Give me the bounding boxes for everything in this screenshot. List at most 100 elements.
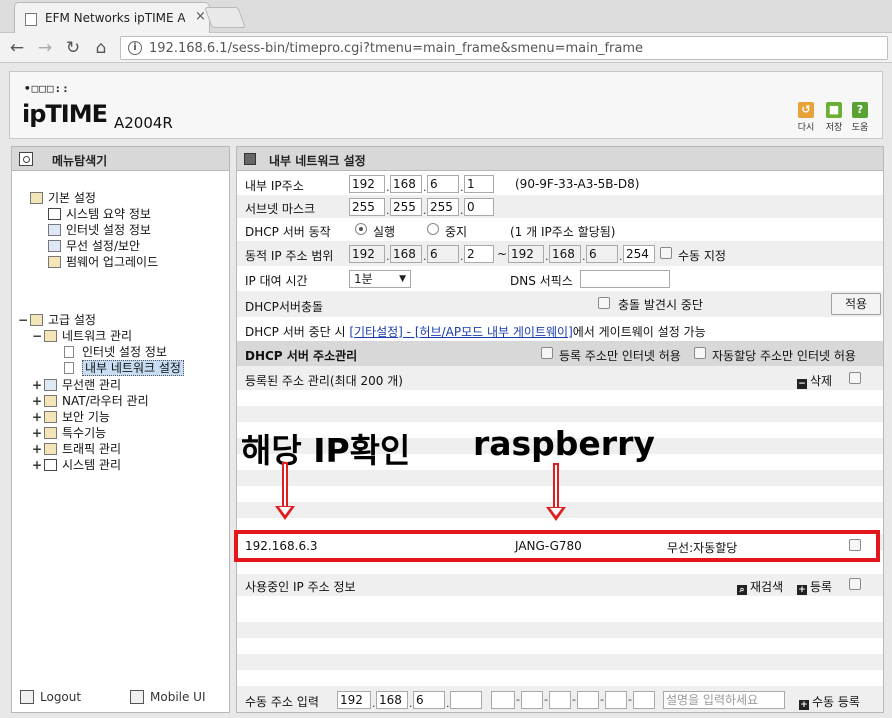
manual-mac-5[interactable] bbox=[605, 691, 627, 709]
dhcp-stop-note: DHCP 서버 중단 시 [기타설정] - [허브/AP모드 내부 게이트웨이]… bbox=[245, 323, 706, 340]
range-start-octet-2[interactable]: 168 bbox=[390, 245, 422, 263]
monitor-icon bbox=[48, 224, 61, 236]
lease-row-checkbox[interactable] bbox=[849, 539, 861, 551]
manual-mac-6[interactable] bbox=[633, 691, 655, 709]
tree-traffic[interactable]: + 트래픽 관리 bbox=[32, 440, 121, 457]
browser-tab[interactable]: EFM Networks ipTIME A2004R × bbox=[14, 2, 210, 33]
expand-icon[interactable]: + bbox=[32, 458, 44, 472]
dhcp-run-radio[interactable] bbox=[355, 223, 367, 235]
plus-icon: + bbox=[797, 585, 807, 595]
reload-icon[interactable]: ↻ bbox=[62, 37, 84, 59]
tree-system-summary[interactable]: 시스템 요약 정보 bbox=[48, 205, 151, 222]
refresh-icon: ↺ bbox=[798, 102, 814, 118]
manual-mac-1[interactable] bbox=[491, 691, 515, 709]
save-button[interactable]: ■ 저장 bbox=[820, 102, 848, 133]
refresh-button[interactable]: ↺ 다시 bbox=[792, 102, 820, 133]
range-end-octet-2[interactable]: 168 bbox=[549, 245, 581, 263]
tree-wireless-security[interactable]: 무선 설정/보안 bbox=[48, 237, 140, 254]
in-use-lease-row[interactable]: 192.168.6.3 JANG-G780 무선:자동할당 bbox=[238, 534, 876, 558]
tab-title: EFM Networks ipTIME A2004R bbox=[45, 11, 185, 25]
subnet-octet-1[interactable]: 255 bbox=[349, 198, 385, 216]
gateway-settings-link[interactable]: [기타설정] - [허브/AP모드 내부 게이트웨이] bbox=[349, 325, 572, 339]
chart-icon bbox=[44, 459, 57, 471]
internal-ip-octet-4[interactable]: 1 bbox=[464, 175, 494, 193]
range-start-octet-1[interactable]: 192 bbox=[349, 245, 385, 263]
home-icon[interactable]: ⌂ bbox=[90, 37, 112, 59]
tree-lan-setup[interactable]: 내부 네트워크 설정 bbox=[64, 359, 184, 376]
expand-icon[interactable]: + bbox=[32, 378, 44, 392]
close-icon[interactable]: × bbox=[195, 9, 206, 24]
save-label: 저장 bbox=[825, 123, 843, 133]
tree-advanced-settings[interactable]: − 고급 설정 bbox=[18, 311, 96, 328]
select-all-registered-checkbox[interactable] bbox=[849, 372, 861, 384]
dhcp-stop-radio[interactable] bbox=[427, 223, 439, 235]
manual-ip-octet-4[interactable] bbox=[450, 691, 482, 709]
range-end-octet-4[interactable]: 254 bbox=[623, 245, 655, 263]
rescan-button[interactable]: ⌕ 재검색 bbox=[737, 578, 783, 595]
dns-suffix-input[interactable] bbox=[580, 270, 670, 288]
tree-security[interactable]: + 보안 기능 bbox=[32, 408, 110, 425]
mobile-ui-link[interactable]: Mobile UI bbox=[130, 690, 206, 704]
manual-ip-octet-3[interactable]: 6 bbox=[413, 691, 445, 709]
stop-note-suffix: 에서 게이트웨이 설정 가능 bbox=[572, 325, 706, 339]
help-button[interactable]: ? 도움 bbox=[846, 102, 874, 133]
annotation-raspberry: raspberry bbox=[473, 424, 655, 463]
page-icon bbox=[64, 346, 74, 358]
expand-icon[interactable]: + bbox=[32, 394, 44, 408]
internal-ip-octet-2[interactable]: 168 bbox=[390, 175, 422, 193]
range-end-octet-3[interactable]: 6 bbox=[586, 245, 618, 263]
description-input[interactable]: 설명을 입력하세요 bbox=[663, 691, 785, 709]
registered-empty-row bbox=[237, 390, 883, 406]
expand-icon[interactable]: + bbox=[32, 410, 44, 424]
new-tab-button[interactable] bbox=[204, 7, 246, 28]
collapse-icon[interactable]: − bbox=[18, 313, 30, 327]
tree-basic-settings[interactable]: 기본 설정 bbox=[30, 189, 96, 206]
select-all-in-use-checkbox[interactable] bbox=[849, 578, 861, 590]
registered-only-checkbox[interactable] bbox=[541, 347, 553, 359]
tree-system-management[interactable]: + 시스템 관리 bbox=[32, 456, 121, 473]
internal-ip-octet-3[interactable]: 6 bbox=[427, 175, 459, 193]
tree-special[interactable]: + 특수기능 bbox=[32, 424, 106, 441]
url-text[interactable]: 192.168.6.1/sess-bin/timepro.cgi?tmenu=m… bbox=[149, 41, 643, 56]
back-icon[interactable]: ← bbox=[6, 37, 28, 59]
address-management-title: DHCP 서버 주소관리 bbox=[245, 349, 358, 363]
tree-label: 시스템 요약 정보 bbox=[66, 207, 151, 221]
manual-ip-octet-2[interactable]: 168 bbox=[376, 691, 408, 709]
manual-mac-3[interactable] bbox=[549, 691, 571, 709]
forward-icon[interactable]: → bbox=[34, 37, 56, 59]
conflict-stop-checkbox[interactable] bbox=[598, 297, 610, 309]
range-start-octet-4[interactable]: 2 bbox=[464, 245, 494, 263]
address-bar[interactable]: i 192.168.6.1/sess-bin/timepro.cgi?tmenu… bbox=[120, 36, 888, 60]
tree-network-management[interactable]: − 네트워크 관리 bbox=[32, 327, 132, 344]
auto-only-checkbox[interactable] bbox=[694, 347, 706, 359]
expand-icon[interactable]: + bbox=[32, 426, 44, 440]
subnet-octet-4[interactable]: 0 bbox=[464, 198, 494, 216]
manual-mac-2[interactable] bbox=[521, 691, 543, 709]
manual-assign-checkbox[interactable] bbox=[660, 247, 672, 259]
tree-firmware-upgrade[interactable]: 펌웨어 업그레이드 bbox=[48, 253, 158, 270]
subnet-octet-3[interactable]: 255 bbox=[427, 198, 459, 216]
internal-ip-octet-1[interactable]: 192 bbox=[349, 175, 385, 193]
tree-wireless-management[interactable]: + 무선랜 관리 bbox=[32, 376, 121, 393]
delete-label: 삭제 bbox=[810, 374, 833, 388]
lease-time-select[interactable]: 1분 ▼ bbox=[349, 270, 411, 288]
range-start-octet-3[interactable]: 6 bbox=[427, 245, 459, 263]
register-button[interactable]: + 등록 bbox=[797, 578, 832, 595]
manual-assign-label: 수동 지정 bbox=[678, 249, 726, 263]
tree-internet-info[interactable]: 인터넷 설정 정보 bbox=[48, 221, 151, 238]
range-end-octet-1[interactable]: 192 bbox=[508, 245, 544, 263]
tree-internet-setup[interactable]: 인터넷 설정 정보 bbox=[64, 343, 167, 360]
subnet-octet-2[interactable]: 255 bbox=[390, 198, 422, 216]
registered-only-label: 등록 주소만 인터넷 허용 bbox=[559, 349, 681, 363]
delete-button[interactable]: − 삭제 bbox=[797, 372, 832, 389]
expand-icon[interactable]: + bbox=[32, 442, 44, 456]
logout-label: Logout bbox=[40, 690, 82, 704]
logout-link[interactable]: Logout bbox=[20, 690, 81, 704]
manual-mac-4[interactable] bbox=[577, 691, 599, 709]
collapse-icon[interactable]: − bbox=[32, 329, 44, 343]
manual-ip-octet-1[interactable]: 192 bbox=[337, 691, 371, 709]
apply-button[interactable]: 적용 bbox=[831, 293, 881, 315]
info-icon[interactable]: i bbox=[128, 41, 142, 55]
tree-nat-router[interactable]: + NAT/라우터 관리 bbox=[32, 392, 149, 409]
manual-register-button[interactable]: + 수동 등록 bbox=[799, 693, 860, 710]
